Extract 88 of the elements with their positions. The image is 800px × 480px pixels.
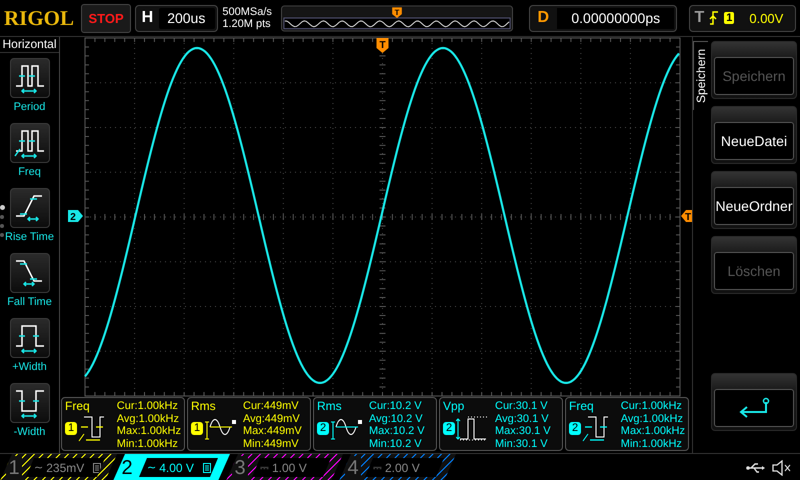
channel-scale: 1.00 V	[272, 460, 307, 474]
channel-tab[interactable]: 4 ⎓ 2.00 V	[339, 454, 456, 480]
page-dot[interactable]	[0, 233, 4, 237]
channel-badge: 2	[317, 422, 330, 434]
measure-label: Freq	[18, 166, 41, 178]
measurement-value: Avg:449mV	[243, 412, 301, 425]
measurement-value: Max:10.2 V	[369, 425, 425, 438]
delay-value: 0.00000000ps	[557, 8, 674, 28]
measurement-value: Min:449mV	[243, 438, 300, 450]
channel-badge: 2	[443, 422, 456, 434]
measure-label: Rise Time	[5, 231, 54, 243]
measure-button[interactable]	[10, 58, 50, 98]
timebase-label: H	[140, 9, 154, 27]
channel-number: 3	[232, 456, 248, 480]
trigger-value: 0.00V	[749, 10, 784, 26]
measurement-value: Avg:1.00kHz	[620, 412, 684, 425]
measurement-value: Cur:449mV	[243, 400, 300, 412]
trigger-position-marker[interactable]: T	[376, 38, 388, 53]
trigger-level-marker[interactable]: T	[681, 210, 692, 223]
coupling-symbol: ⎓	[373, 461, 382, 474]
memory-overview: T	[280, 4, 513, 32]
measure-button[interactable]	[10, 123, 50, 163]
measure-button[interactable]	[10, 253, 50, 293]
coupling-symbol: ~	[34, 461, 44, 474]
coupling-symbol: ~	[147, 461, 156, 474]
channel-number: 4	[345, 456, 361, 480]
softkey-button[interactable]: NeueDatei	[711, 106, 797, 164]
measurement-value: Cur:1.00kHz	[116, 400, 179, 412]
measurement-name: Freq	[65, 400, 91, 413]
measurement-value: Avg:30.1 V	[495, 412, 550, 425]
channel-badge: 2	[569, 422, 582, 434]
channel-tab[interactable]: 1 ~ 235mV	[0, 454, 117, 480]
coupling-symbol: ⎓	[260, 461, 269, 474]
channel-badge: 1	[191, 422, 204, 434]
measurement-value: Cur:10.2 V	[369, 400, 423, 412]
channel-badge: 1	[65, 422, 78, 434]
measurement-value: Min:30.1 V	[495, 438, 549, 450]
measurement-value: Cur:30.1 V	[495, 400, 549, 412]
measurement-value: Cur:1.00kHz	[620, 400, 683, 412]
measure-label: +Width	[12, 361, 47, 373]
measure-label: Period	[14, 101, 46, 113]
measurement-value: Min:10.2 V	[369, 438, 423, 450]
timebase-value: 200us	[159, 8, 216, 28]
measurement-name: Rms	[191, 400, 217, 413]
measure-label: -Width	[14, 426, 46, 438]
channel-number: 2	[120, 456, 134, 480]
channel-scale: 4.00 V	[159, 460, 194, 474]
delay-box[interactable]: D 0.00000000ps	[528, 4, 678, 32]
channel-scale: 2.00 V	[385, 460, 420, 474]
run-stop-button[interactable]: STOP	[81, 4, 131, 32]
brand-logo: RIGOL	[4, 6, 76, 30]
trigger-source: 1	[724, 12, 734, 24]
softkey-button[interactable]: NeueOrdner	[711, 171, 797, 229]
measure-label: Fall Time	[7, 296, 52, 308]
measure-button[interactable]	[10, 383, 50, 423]
trigger-label: T	[694, 9, 704, 27]
delay-label: D	[536, 9, 550, 27]
timebase-box[interactable]: H 200us	[134, 4, 218, 32]
rising-edge-icon	[709, 11, 720, 25]
channel-tab[interactable]: 3 ⎓ 1.00 V	[226, 454, 343, 480]
usb-icon	[746, 462, 766, 472]
channel-marker[interactable]: 2	[68, 210, 83, 223]
memory-depth: 1.20M pts	[222, 18, 272, 30]
measurement-value: Min:1.00kHz	[620, 438, 683, 450]
measurement-name: Freq	[569, 400, 595, 413]
back-button[interactable]	[711, 373, 797, 431]
measure-button[interactable]	[10, 188, 50, 228]
trigger-box[interactable]: T 1 0.00V	[689, 4, 796, 32]
measurement-value: Max:1.00kHz	[620, 425, 685, 438]
sidebar-title: Horizontal	[0, 37, 59, 53]
channel-number: 1	[6, 456, 22, 480]
measurement-value: Max:1.00kHz	[116, 425, 181, 438]
page-dot[interactable]	[0, 215, 4, 219]
measurement-value: Min:1.00kHz	[116, 438, 179, 450]
measurement-name: Rms	[317, 400, 343, 413]
channel-scale: 235mV	[46, 460, 84, 474]
menu-tab[interactable]: Speichern	[693, 41, 708, 110]
measurement-value: Max:30.1 V	[495, 425, 551, 438]
speaker-muted-icon	[772, 460, 792, 476]
measurement-value: Max:449mV	[243, 425, 302, 438]
page-dot[interactable]	[0, 224, 4, 228]
measurement-name: Vpp	[443, 400, 466, 413]
measure-button[interactable]	[10, 318, 50, 358]
measurement-value: Avg:1.00kHz	[116, 412, 180, 425]
sample-rate: 500MSa/s	[222, 6, 273, 18]
channel-tab[interactable]: 2 ~ 4.00 V	[113, 454, 230, 480]
measurement-value: Avg:10.2 V	[369, 412, 424, 425]
page-dot[interactable]	[0, 205, 5, 210]
